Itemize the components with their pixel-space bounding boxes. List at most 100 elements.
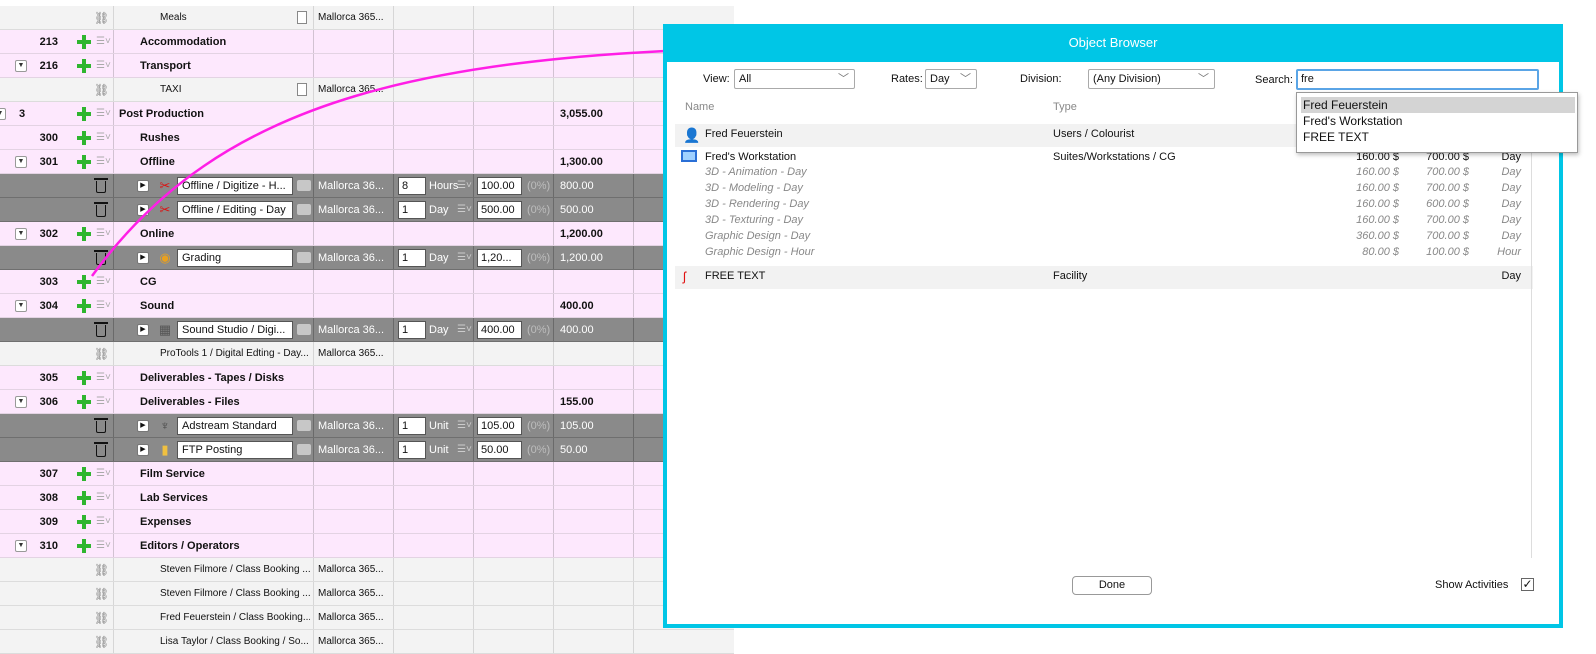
group-row[interactable]: 305 ☰˅ Deliverables - Tapes / Disks — [0, 366, 734, 390]
sub-item-row[interactable]: ⛓ Steven Filmore / Class Booking ... Mallo… — [0, 558, 734, 582]
link-icon[interactable]: ⛓ — [94, 563, 109, 577]
menu-icon[interactable]: ☰˅ — [96, 373, 112, 383]
add-icon[interactable] — [77, 35, 91, 49]
document-icon[interactable] — [297, 11, 307, 24]
add-icon[interactable] — [77, 491, 91, 505]
link-icon[interactable]: ⛓ — [94, 347, 109, 361]
comment-icon[interactable] — [297, 252, 311, 263]
quantity-field[interactable]: 1 — [398, 201, 426, 219]
add-icon[interactable] — [77, 515, 91, 529]
activity-name[interactable]: 3D - Animation - Day — [705, 166, 807, 178]
line-item-row[interactable]: ▶ ◉ Grading Mallorca 36... 1 Day ☰˅ 1,20... (0%)… — [0, 246, 734, 270]
item-name-field[interactable]: Offline / Digitize - H... — [177, 177, 293, 195]
suggestion-item[interactable]: Fred Feuerstein — [1301, 97, 1575, 113]
expand-play-icon[interactable]: ▶ — [137, 252, 149, 264]
trash-icon[interactable] — [94, 442, 108, 457]
add-icon[interactable] — [77, 59, 91, 73]
add-icon[interactable] — [77, 467, 91, 481]
group-row[interactable]: ▼ 3 ☰˅ Post Production 3,055.00 — [0, 102, 734, 126]
trash-icon[interactable] — [94, 202, 108, 217]
activity-name[interactable]: 3D - Modeling - Day — [705, 182, 803, 194]
menu-icon[interactable]: ☰˅ — [96, 229, 112, 239]
activity-name[interactable]: Graphic Design - Day — [705, 230, 810, 242]
add-icon[interactable] — [77, 371, 91, 385]
rate-field[interactable]: 500.00 — [477, 201, 522, 219]
line-item-row[interactable]: ▶ ✂ Offline / Editing - Day Mallorca 36... 1… — [0, 198, 734, 222]
sub-item-row[interactable]: ⛓ ProTools 1 / Digital Edting - Day... Mal… — [0, 342, 734, 366]
expand-play-icon[interactable]: ▶ — [137, 204, 149, 216]
add-icon[interactable] — [77, 227, 91, 241]
group-row[interactable]: ▼ 304 ☰˅ Sound 400.00 — [0, 294, 734, 318]
expand-play-icon[interactable]: ▶ — [137, 324, 149, 336]
unit-menu-icon[interactable]: ☰˅ — [457, 181, 473, 191]
group-row[interactable]: ▼ 310 ☰˅ Editors / Operators — [0, 534, 734, 558]
rate-field[interactable]: 400.00 — [477, 321, 522, 339]
rate-field[interactable]: 100.00 — [477, 177, 522, 195]
search-input[interactable]: fre — [1296, 69, 1539, 90]
unit-menu-icon[interactable]: ☰˅ — [457, 205, 473, 215]
item-name-field[interactable]: Grading — [177, 249, 293, 267]
add-icon[interactable] — [77, 395, 91, 409]
comment-icon[interactable] — [297, 444, 311, 455]
comment-icon[interactable] — [297, 420, 311, 431]
comment-icon[interactable] — [297, 324, 311, 335]
collapse-toggle[interactable]: ▼ — [0, 108, 6, 120]
menu-icon[interactable]: ☰˅ — [96, 397, 112, 407]
activity-name[interactable]: 3D - Texturing - Day — [705, 214, 803, 226]
menu-icon[interactable]: ☰˅ — [96, 493, 112, 503]
unit-menu-icon[interactable]: ☰˅ — [457, 421, 473, 431]
item-name-field[interactable]: Adstream Standard — [177, 417, 293, 435]
group-row[interactable]: 303 ☰˅ CG — [0, 270, 734, 294]
menu-icon[interactable]: ☰˅ — [96, 61, 112, 71]
unit-menu-icon[interactable]: ☰˅ — [457, 253, 473, 263]
line-item-row[interactable]: ▶ ♆ Adstream Standard Mallorca 36... 1 Unit ☰˅… — [0, 414, 734, 438]
show-activities-checkbox[interactable]: ✓ — [1521, 578, 1534, 591]
group-row[interactable]: ▼ 216 ☰˅ Transport — [0, 54, 734, 78]
expand-play-icon[interactable]: ▶ — [137, 444, 149, 456]
comment-icon[interactable] — [297, 204, 311, 215]
group-row[interactable]: ▼ 306 ☰˅ Deliverables - Files 155.00 — [0, 390, 734, 414]
link-icon[interactable]: ⛓ — [94, 635, 109, 649]
sub-item-row[interactable]: ⛓ Fred Feuerstein / Class Booking... Mallo… — [0, 606, 734, 630]
group-row[interactable]: ▼ 301 ☰˅ Offline 1,300.00 — [0, 150, 734, 174]
results-scrollbar[interactable] — [1531, 118, 1532, 558]
group-row[interactable]: ▼ 302 ☰˅ Online 1,200.00 — [0, 222, 734, 246]
sub-item-row[interactable]: ⛓ Lisa Taylor / Class Booking / So... Mall… — [0, 630, 734, 654]
trash-icon[interactable] — [94, 418, 108, 433]
activity-name[interactable]: Graphic Design - Hour — [705, 246, 814, 258]
menu-icon[interactable]: ☰˅ — [96, 37, 112, 47]
result-row-workstation[interactable]: Fred's Workstation Suites/Workstations /… — [675, 148, 1533, 265]
group-row[interactable]: 213 ☰˅ Accommodation — [0, 30, 734, 54]
group-row[interactable]: 307 ☰˅ Film Service — [0, 462, 734, 486]
sub-item-row[interactable]: ⛓ TAXI Mallorca 365... — [0, 78, 734, 102]
trash-icon[interactable] — [94, 178, 108, 193]
quantity-field[interactable]: 1 — [398, 441, 426, 459]
add-icon[interactable] — [77, 539, 91, 553]
division-select[interactable]: (Any Division) ﹀ — [1088, 69, 1215, 89]
expand-play-icon[interactable]: ▶ — [137, 180, 149, 192]
add-icon[interactable] — [77, 107, 91, 121]
quantity-field[interactable]: 8 — [398, 177, 426, 195]
link-icon[interactable]: ⛓ — [94, 11, 109, 25]
quantity-field[interactable]: 1 — [398, 249, 426, 267]
menu-icon[interactable]: ☰˅ — [96, 109, 112, 119]
link-icon[interactable]: ⛓ — [94, 587, 109, 601]
item-name-field[interactable]: Sound Studio / Digi... — [177, 321, 293, 339]
rate-field[interactable]: 105.00 — [477, 417, 522, 435]
menu-icon[interactable]: ☰˅ — [96, 517, 112, 527]
add-icon[interactable] — [77, 275, 91, 289]
rates-select[interactable]: Day ﹀ — [925, 69, 977, 89]
quantity-field[interactable]: 1 — [398, 417, 426, 435]
quantity-field[interactable]: 1 — [398, 321, 426, 339]
add-icon[interactable] — [77, 155, 91, 169]
line-item-row[interactable]: ▶ ✂ Offline / Digitize - H... Mallorca 36..… — [0, 174, 734, 198]
add-icon[interactable] — [77, 299, 91, 313]
group-row[interactable]: 300 ☰˅ Rushes — [0, 126, 734, 150]
trash-icon[interactable] — [94, 250, 108, 265]
link-icon[interactable]: ⛓ — [94, 611, 109, 625]
suggestion-item[interactable]: Fred's Workstation — [1301, 113, 1575, 129]
unit-menu-icon[interactable]: ☰˅ — [457, 445, 473, 455]
group-row[interactable]: 309 ☰˅ Expenses — [0, 510, 734, 534]
menu-icon[interactable]: ☰˅ — [96, 277, 112, 287]
activity-name[interactable]: 3D - Rendering - Day — [705, 198, 809, 210]
